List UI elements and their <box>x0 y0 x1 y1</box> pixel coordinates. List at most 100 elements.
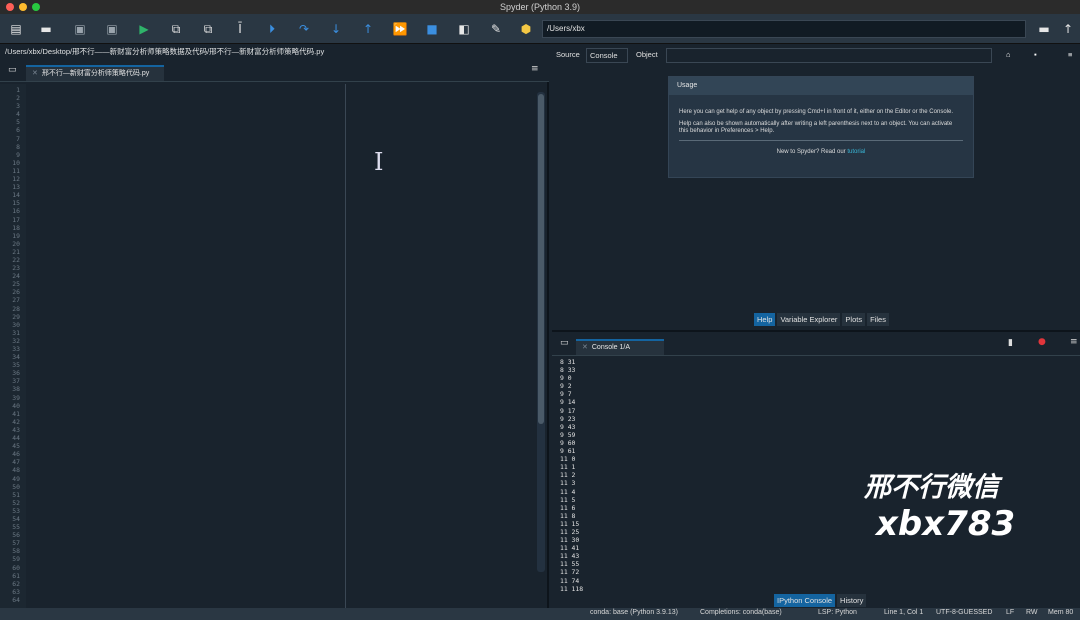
code-line[interactable]: 61 <box>0 572 536 580</box>
parent-folder-icon[interactable]: ↑ <box>1060 21 1076 37</box>
working-directory-combo[interactable]: /Users/xbx <box>542 20 1026 38</box>
code-line[interactable]: 45 <box>0 442 536 450</box>
code-line[interactable]: 43 <box>0 426 536 434</box>
code-line[interactable]: 1 <box>0 86 536 94</box>
code-line[interactable]: 33 <box>0 345 536 353</box>
code-line[interactable]: 11 <box>0 167 536 175</box>
tab-plots[interactable]: Plots <box>842 313 866 326</box>
code-line[interactable]: 62 <box>0 580 536 588</box>
code-line[interactable]: 41 <box>0 410 536 418</box>
editor-scrollbar-thumb[interactable] <box>538 94 544 424</box>
code-line[interactable]: 31 <box>0 329 536 337</box>
code-line[interactable]: 36 <box>0 369 536 377</box>
save-icon[interactable]: ▣ <box>72 21 88 37</box>
code-line[interactable]: 7 <box>0 135 536 143</box>
code-line[interactable]: 28 <box>0 305 536 313</box>
browse-tabs-icon[interactable]: ▭ <box>8 65 17 75</box>
lock-icon[interactable]: ▪ <box>1034 50 1037 59</box>
code-line[interactable]: 57 <box>0 539 536 547</box>
code-line[interactable]: 63 <box>0 588 536 596</box>
code-line[interactable]: 25 <box>0 280 536 288</box>
browse-console-tabs-icon[interactable]: ▭ <box>560 338 569 348</box>
browse-folder-icon[interactable]: ▬ <box>1036 21 1052 37</box>
tab-variable-explorer[interactable]: Variable Explorer <box>777 313 841 326</box>
editor-scrollbar[interactable] <box>537 92 545 572</box>
code-line[interactable]: 49 <box>0 475 536 483</box>
code-line[interactable]: 16 <box>0 207 536 215</box>
code-line[interactable]: 17 <box>0 216 536 224</box>
home-icon[interactable]: ⌂ <box>1006 50 1011 59</box>
code-line[interactable]: 20 <box>0 240 536 248</box>
code-line[interactable]: 64 <box>0 596 536 604</box>
maximize-icon[interactable]: ◧ <box>456 21 472 37</box>
code-line[interactable]: 8 <box>0 143 536 151</box>
code-line[interactable]: 21 <box>0 248 536 256</box>
step-return-icon[interactable]: ↑ <box>360 21 376 37</box>
step-icon[interactable]: ↷ <box>296 21 312 37</box>
code-line[interactable]: 37 <box>0 377 536 385</box>
object-combo[interactable] <box>666 48 992 63</box>
code-line[interactable]: 46 <box>0 450 536 458</box>
close-window-button[interactable] <box>6 3 14 11</box>
tutorial-link[interactable]: tutorial <box>847 149 865 155</box>
run-icon[interactable]: ▶ <box>136 21 152 37</box>
continue-icon[interactable]: ⏩ <box>392 21 408 37</box>
code-line[interactable]: 15 <box>0 199 536 207</box>
code-line[interactable]: 18 <box>0 224 536 232</box>
code-line[interactable]: 35 <box>0 361 536 369</box>
open-file-icon[interactable]: ▬ <box>38 21 54 37</box>
code-line[interactable]: 40 <box>0 402 536 410</box>
code-line[interactable]: 13 <box>0 183 536 191</box>
help-options-icon[interactable]: ≡ <box>1068 50 1072 59</box>
tab-help[interactable]: Help <box>754 313 776 326</box>
interrupt-kernel-icon[interactable]: ● <box>1038 337 1046 347</box>
code-line[interactable]: 39 <box>0 394 536 402</box>
code-line[interactable]: 3 <box>0 102 536 110</box>
code-line[interactable]: 2 <box>0 94 536 102</box>
tab-ipython-console[interactable]: IPython Console <box>774 594 836 607</box>
code-line[interactable]: 55 <box>0 523 536 531</box>
run-selection-icon[interactable]: Ī <box>232 21 248 37</box>
console-options-icon[interactable]: ≡ <box>1070 337 1078 347</box>
code-line[interactable]: 34 <box>0 353 536 361</box>
stop-icon[interactable]: ■ <box>424 21 440 37</box>
minimize-window-button[interactable] <box>19 3 27 11</box>
run-cell-advance-icon[interactable]: ⧉ <box>200 21 216 37</box>
code-line[interactable]: 5 <box>0 118 536 126</box>
code-line[interactable]: 27 <box>0 296 536 304</box>
code-line[interactable]: 48 <box>0 466 536 474</box>
code-line[interactable]: 54 <box>0 515 536 523</box>
code-line[interactable]: 42 <box>0 418 536 426</box>
console-output[interactable]: 8 31 8 33 9 09 29 79 14 9 17 9 23 9 43 9 59 9 6… <box>560 358 760 593</box>
code-line[interactable]: 50 <box>0 483 536 491</box>
code-line[interactable]: 44 <box>0 434 536 442</box>
save-all-icon[interactable]: ▣ <box>104 21 120 37</box>
step-into-icon[interactable]: ↓ <box>328 21 344 37</box>
code-line[interactable]: 22 <box>0 256 536 264</box>
zoom-window-button[interactable] <box>32 3 40 11</box>
run-cell-icon[interactable]: ⧉ <box>168 21 184 37</box>
code-line[interactable]: 9 <box>0 151 536 159</box>
code-line[interactable]: 6 <box>0 126 536 134</box>
code-line[interactable]: 29 <box>0 313 536 321</box>
code-line[interactable]: 38 <box>0 385 536 393</box>
preferences-icon[interactable]: ✎ <box>488 21 504 37</box>
code-line[interactable]: 58 <box>0 547 536 555</box>
code-line[interactable]: 23 <box>0 264 536 272</box>
code-line[interactable]: 53 <box>0 507 536 515</box>
debug-icon[interactable]: ⏵ <box>264 21 280 37</box>
close-console-tab-icon[interactable]: ✕ <box>582 344 588 351</box>
new-file-icon[interactable]: ▤ <box>8 21 24 37</box>
code-line[interactable]: 47 <box>0 458 536 466</box>
code-line[interactable]: 59 <box>0 555 536 563</box>
code-line[interactable]: 32 <box>0 337 536 345</box>
code-line[interactable]: 51 <box>0 491 536 499</box>
code-line[interactable]: 10 <box>0 159 536 167</box>
code-line[interactable]: 24 <box>0 272 536 280</box>
console-tab[interactable]: ✕ Console 1/A <box>576 339 664 355</box>
code-line[interactable]: 12 <box>0 175 536 183</box>
code-line[interactable]: 56 <box>0 531 536 539</box>
close-tab-icon[interactable]: ✕ <box>32 70 38 77</box>
code-line[interactable]: 60 <box>0 564 536 572</box>
python-path-icon[interactable]: ⬢ <box>518 21 534 37</box>
